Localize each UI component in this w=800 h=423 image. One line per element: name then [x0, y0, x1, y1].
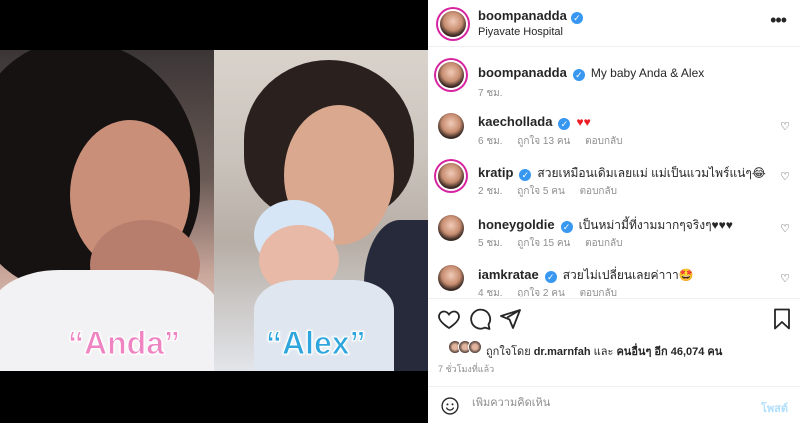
comment-username[interactable]: kaechollada: [478, 114, 552, 129]
comments-list[interactable]: boompanadda ✓ My baby Anda & Alex 7 ชม. ka…: [428, 47, 800, 297]
more-horizontal-icon[interactable]: •••: [770, 10, 787, 31]
reply-button[interactable]: ตอบกลับ: [580, 186, 617, 197]
comment-likes[interactable]: ถูกใจ 5 คน: [517, 186, 565, 197]
reply-button[interactable]: ตอบกลับ: [580, 288, 617, 297]
send-icon[interactable]: [498, 307, 522, 331]
heart-icon[interactable]: [437, 307, 461, 331]
instagram-post-modal: “Anda” “Alex” boompanadda ✓ Piyavate Hosp…: [0, 0, 800, 423]
comment-username[interactable]: iamkratae: [478, 267, 539, 282]
author-username[interactable]: boompanadda: [478, 8, 567, 23]
comment-heart-icon[interactable]: ♡: [780, 272, 790, 285]
caption-row: boompanadda ✓ My baby Anda & Alex 7 ชม.: [428, 59, 800, 99]
likes-middle: และ: [593, 346, 614, 358]
comment-row: honeygoldie ✓ เป็นหม่ามี้ที่งามมากๆจริงๆ♥♥…: [428, 212, 800, 252]
comment-username[interactable]: honeygoldie: [478, 217, 555, 232]
add-comment-bar: โพสต์: [428, 386, 800, 423]
comment-time[interactable]: 5 ชม.: [478, 238, 503, 249]
liker-username[interactable]: dr.marnfah: [534, 346, 591, 358]
post-location[interactable]: Piyavate Hospital: [478, 26, 563, 38]
verified-badge-icon: ✓: [572, 69, 585, 81]
caption-time[interactable]: 7 ชม.: [478, 88, 503, 99]
comment-text: สวยเหมือนเดิมเลยแม่ แม่เป็นแวมไพร์แน่ๆ😂: [537, 166, 766, 180]
commenter-avatar[interactable]: [438, 215, 464, 241]
photo-left-half: [0, 50, 220, 371]
verified-badge-icon: ✓: [544, 271, 557, 283]
caption-text: My baby Anda & Alex: [590, 66, 705, 80]
comment-time[interactable]: 4 ชม.: [478, 288, 503, 297]
author-avatar[interactable]: [438, 62, 464, 88]
comment-row: iamkratae ✓ สวยไม่เปลี่ยนเลยค่าาา🤩 4 ชม. ถ…: [428, 262, 800, 297]
post-header: boompanadda ✓ Piyavate Hospital •••: [428, 0, 800, 47]
comment-input[interactable]: [472, 397, 742, 409]
verified-badge-icon: ✓: [558, 118, 571, 130]
action-bar: [428, 298, 800, 338]
comment-heart-icon[interactable]: ♡: [780, 222, 790, 235]
comment-username[interactable]: kratip: [478, 165, 513, 180]
caption-username[interactable]: boompanadda: [478, 65, 567, 80]
comment-text: สวยไม่เปลี่ยนเลยค่าาา🤩: [562, 268, 694, 282]
comment-text: เป็นหม่ามี้ที่งามมากๆจริงๆ♥♥♥: [578, 218, 733, 232]
bookmark-icon[interactable]: [770, 307, 794, 331]
post-details-panel: boompanadda ✓ Piyavate Hospital ••• boomp…: [428, 0, 800, 423]
comment-heart-icon[interactable]: ♡: [780, 120, 790, 133]
photo-label-anda: “Anda”: [68, 325, 181, 362]
author-avatar[interactable]: [440, 11, 466, 37]
photo-label-alex: “Alex”: [266, 325, 367, 362]
photo-right-half: [214, 50, 428, 371]
post-timestamp[interactable]: 7 ชั่วโมงที่แล้ว: [438, 362, 494, 376]
comment-likes[interactable]: ถูกใจ 15 คน: [517, 238, 570, 249]
commenter-avatar[interactable]: [438, 163, 464, 189]
post-media[interactable]: “Anda” “Alex”: [0, 0, 428, 423]
likes-prefix: ถูกใจโดย: [486, 346, 531, 358]
post-photo: “Anda” “Alex”: [0, 50, 428, 371]
reply-button[interactable]: ตอบกลับ: [585, 238, 622, 249]
comment-heart-icon[interactable]: ♡: [780, 170, 790, 183]
comment-likes[interactable]: ถูกใจ 13 คน: [517, 136, 570, 147]
comment-time[interactable]: 2 ชม.: [478, 186, 503, 197]
verified-badge-icon: ✓: [560, 221, 573, 233]
verified-badge-icon: ✓: [570, 12, 583, 24]
post-comment-button[interactable]: โพสต์: [761, 399, 788, 417]
comment-likes[interactable]: ถูกใจ 2 คน: [517, 288, 565, 297]
likes-others-link[interactable]: คนอื่นๆ อีก 46,074 คน: [616, 346, 722, 358]
emoji-icon[interactable]: [440, 396, 460, 416]
author-username-row: boompanadda ✓: [478, 8, 583, 24]
comment-text: ♥♥: [576, 115, 591, 129]
liker-avatar: [468, 340, 482, 354]
comment-row: kaechollada ✓ ♥♥ 6 ชม. ถูกใจ 13 คน ตอบกลับ…: [428, 110, 800, 150]
commenter-avatar[interactable]: [438, 265, 464, 291]
comment-time[interactable]: 6 ชม.: [478, 136, 503, 147]
reply-button[interactable]: ตอบกลับ: [585, 136, 622, 147]
commenter-avatar[interactable]: [438, 113, 464, 139]
comment-row: kratip ✓ สวยเหมือนเดิมเลยแม่ แม่เป็นแวมไพร…: [428, 160, 800, 200]
comment-icon[interactable]: [468, 307, 492, 331]
likes-summary: ถูกใจโดย dr.marnfah และ คนอื่นๆ อีก 46,0…: [438, 338, 798, 358]
verified-badge-icon: ✓: [519, 169, 532, 181]
